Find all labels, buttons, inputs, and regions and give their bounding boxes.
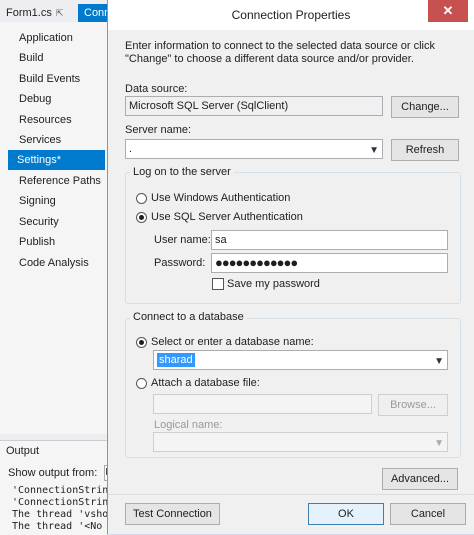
tab-form1-cs[interactable]: Form1.cs ⇱ — [0, 4, 82, 22]
sidebar-item-debug[interactable]: Debug — [10, 89, 107, 109]
sql-auth-label[interactable]: Use SQL Server Authentication — [151, 211, 303, 223]
sidebar-item-security[interactable]: Security — [10, 212, 107, 232]
attach-db-label[interactable]: Attach a database file: — [151, 377, 260, 389]
logical-name-combobox[interactable]: ▼ — [153, 432, 448, 452]
database-name-value: sharad — [157, 353, 195, 367]
server-name-label: Server name: — [125, 124, 192, 136]
data-source-field: Microsoft SQL Server (SqlClient) — [125, 96, 383, 116]
output-title: Output — [6, 445, 40, 457]
windows-auth-radio[interactable] — [136, 193, 147, 204]
output-panel: Output Show output from: De 'ConnectionS… — [0, 440, 127, 535]
attach-db-radio[interactable] — [136, 378, 147, 389]
password-field[interactable]: ●●●●●●●●●●●● — [211, 253, 448, 273]
user-name-field[interactable]: sa — [211, 230, 448, 250]
output-line: 'ConnectionStrin — [12, 497, 109, 508]
user-name-label: User name: — [154, 234, 211, 246]
windows-auth-label[interactable]: Use Windows Authentication — [151, 192, 290, 204]
refresh-button[interactable]: Refresh — [391, 139, 459, 161]
chevron-down-icon[interactable]: ▼ — [434, 435, 444, 451]
close-button[interactable]: ✕ — [428, 0, 468, 22]
sidebar-item-signing[interactable]: Signing — [10, 191, 107, 211]
sidebar-item-services[interactable]: Services — [10, 130, 107, 150]
attach-file-field[interactable] — [153, 394, 372, 414]
dialog-title: Connection Properties — [231, 8, 351, 22]
database-name-combobox[interactable]: sharad ▼ — [153, 350, 448, 370]
cancel-button[interactable]: Cancel — [390, 503, 466, 525]
ok-button[interactable]: OK — [308, 503, 384, 525]
sidebar-item-publish[interactable]: Publish — [10, 232, 107, 252]
sql-auth-radio[interactable] — [136, 212, 147, 223]
pin-icon[interactable]: ⇱ — [56, 8, 64, 18]
server-name-combobox[interactable]: . ▼ — [125, 139, 383, 159]
footer-divider — [108, 494, 474, 495]
sidebar-item-code-analysis[interactable]: Code Analysis — [10, 253, 107, 273]
logon-group-legend: Log on to the server — [130, 166, 234, 178]
select-db-radio[interactable] — [136, 337, 147, 348]
browse-button[interactable]: Browse... — [378, 394, 448, 416]
logical-name-label: Logical name: — [154, 419, 223, 431]
output-line: The thread 'vsho — [12, 509, 109, 520]
save-password-checkbox[interactable] — [212, 278, 224, 290]
tab-label: Form1.cs — [6, 7, 52, 19]
database-group-legend: Connect to a database — [130, 311, 247, 323]
select-db-label[interactable]: Select or enter a database name: — [151, 336, 314, 348]
output-line: The thread '<No N — [12, 521, 115, 532]
output-line: 'ConnectionStrin — [12, 485, 109, 496]
data-source-label: Data source: — [125, 83, 188, 95]
connection-properties-dialog: Connection Properties ✕ Enter informatio… — [107, 0, 474, 534]
server-name-value: . — [129, 143, 133, 155]
output-source-label: Show output from: — [8, 466, 98, 479]
test-connection-button[interactable]: Test Connection — [125, 503, 220, 525]
dialog-titlebar[interactable]: Connection Properties ✕ — [108, 0, 474, 30]
save-password-label[interactable]: Save my password — [227, 278, 320, 290]
chevron-down-icon[interactable]: ▼ — [369, 142, 379, 158]
advanced-button[interactable]: Advanced... — [382, 468, 458, 490]
sidebar-item-resources[interactable]: Resources — [10, 110, 107, 130]
close-icon: ✕ — [442, 3, 454, 18]
project-properties-sidebar: Application Build Build Events Debug Res… — [0, 22, 107, 434]
sidebar-item-settings[interactable]: Settings* — [8, 150, 105, 170]
change-button[interactable]: Change... — [391, 96, 459, 118]
sidebar-item-build-events[interactable]: Build Events — [10, 69, 107, 89]
sidebar-item-build[interactable]: Build — [10, 48, 107, 68]
password-label: Password: — [154, 257, 206, 269]
sidebar-item-application[interactable]: Application — [10, 28, 107, 48]
chevron-down-icon[interactable]: ▼ — [434, 353, 444, 369]
sidebar-item-reference-paths[interactable]: Reference Paths — [10, 171, 107, 191]
instructions-text: Enter information to connect to the sele… — [125, 40, 435, 65]
